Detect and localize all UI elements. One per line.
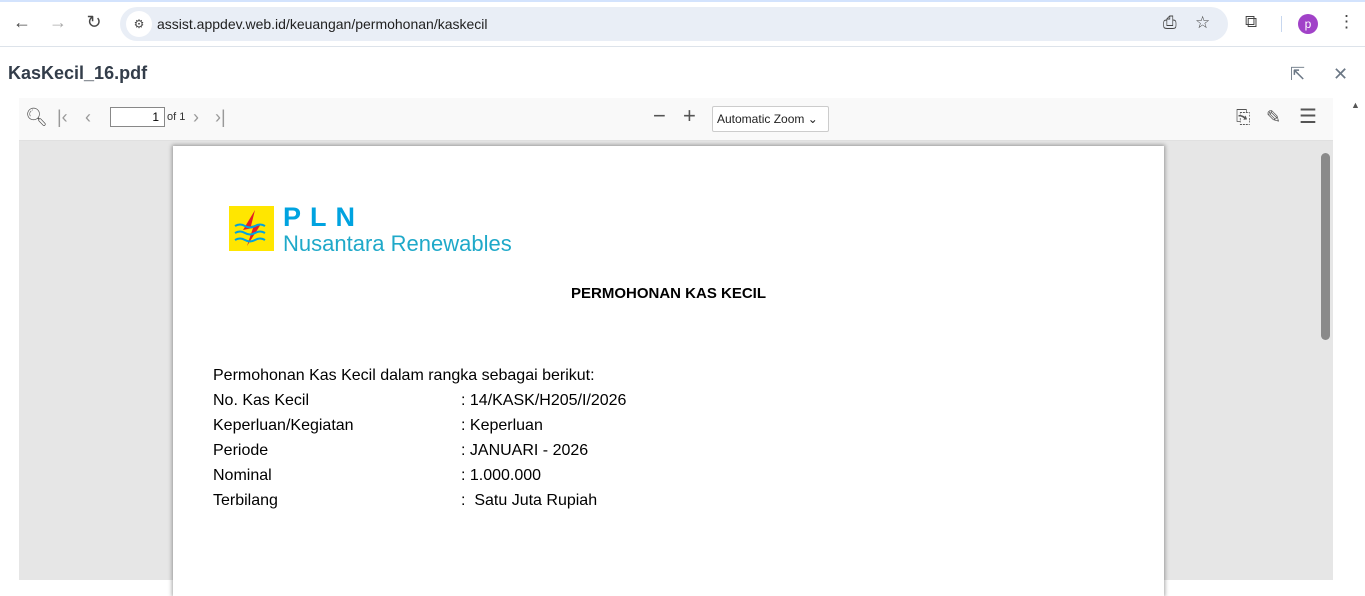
pdf-viewer: 🔍︎ |‹ ‹ 1 of 1 › ›| − + Automatic Zoom ⌄… — [19, 98, 1333, 596]
field-label: Terbilang — [213, 492, 278, 509]
divider — [1281, 16, 1282, 32]
page-scrollbar[interactable]: ▲ — [1347, 98, 1365, 580]
bookmark-star-icon[interactable]: ☆ — [1195, 13, 1210, 33]
field-value: : JANUARI - 2026 — [461, 442, 589, 459]
reload-icon[interactable]: ↻ — [82, 12, 106, 33]
back-icon[interactable]: ← — [10, 12, 34, 33]
next-page-icon[interactable]: › — [193, 107, 199, 128]
field-label: No. Kas Kecil — [213, 392, 310, 409]
field-value: : Satu Juta Rupiah — [461, 492, 598, 509]
field-row: Periode : JANUARI - 2026 — [213, 442, 913, 464]
zoom-value: Automatic Zoom — [717, 112, 805, 126]
field-label: Periode — [213, 442, 269, 459]
download-icon[interactable]: ⎘ — [1236, 107, 1250, 128]
draw-icon[interactable]: ✎ — [1266, 107, 1281, 128]
first-page-icon[interactable]: |‹ — [57, 107, 68, 128]
zoom-select[interactable]: Automatic Zoom ⌄ — [712, 106, 829, 132]
more-menu-icon[interactable]: ⋮ — [1338, 12, 1355, 32]
pdf-page: PLN Nusantara Renewables PERMOHONAN KAS … — [173, 146, 1164, 596]
url-text[interactable]: assist.appdev.web.id/keuangan/permohonan… — [157, 16, 488, 32]
field-row: Keperluan/Kegiatan : Keperluan — [213, 417, 913, 439]
profile-avatar[interactable]: p — [1298, 14, 1318, 34]
previous-page-icon[interactable]: ‹ — [85, 107, 91, 128]
page-count: of 1 — [167, 111, 186, 123]
pdf-toolbar: 🔍︎ |‹ ‹ 1 of 1 › ›| − + Automatic Zoom ⌄… — [19, 98, 1333, 141]
field-label: Nominal — [213, 467, 272, 484]
logo-title: PLN — [283, 202, 364, 232]
field-row: Terbilang : Satu Juta Rupiah — [213, 492, 913, 514]
browser-toolbar: ← → ↻ ⚙ assist.appdev.web.id/keuangan/pe… — [0, 0, 1365, 47]
field-row: No. Kas Kecil : 14/KASK/H205/I/2026 — [213, 392, 913, 414]
page-number-input[interactable]: 1 — [110, 107, 165, 127]
last-page-icon[interactable]: ›| — [215, 107, 226, 128]
close-icon[interactable]: ✕ — [1333, 64, 1348, 85]
field-row: Nominal : 1.000.000 — [213, 467, 913, 489]
scroll-thumb[interactable] — [1321, 153, 1330, 340]
viewer-scrollbar[interactable] — [1319, 146, 1333, 580]
zoom-in-icon[interactable]: + — [683, 103, 696, 129]
document-title: PERMOHONAN KAS KECIL — [570, 285, 766, 302]
install-app-icon[interactable]: ⎙ — [1163, 13, 1177, 33]
field-value: : Keperluan — [461, 417, 543, 434]
search-icon[interactable]: 🔍︎ — [25, 107, 48, 128]
zoom-out-icon[interactable]: − — [653, 103, 666, 129]
site-info-icon[interactable]: ⚙ — [126, 11, 152, 37]
pln-logo-icon — [229, 206, 274, 251]
field-value: : 14/KASK/H205/I/2026 — [461, 392, 627, 409]
menu-icon[interactable]: ☰ — [1299, 104, 1317, 129]
tab-strip-edge — [0, 0, 1365, 2]
intro-text: Permohonan Kas Kecil dalam rangka sebaga… — [213, 367, 595, 384]
field-value: : 1.000.000 — [461, 467, 542, 484]
address-bar[interactable]: ⚙ assist.appdev.web.id/keuangan/permohon… — [120, 7, 1228, 41]
modal-title: KasKecil_16.pdf — [8, 63, 148, 83]
field-label: Keperluan/Kegiatan — [213, 417, 354, 434]
extensions-icon[interactable]: ⧉ — [1245, 12, 1257, 32]
scroll-up-icon[interactable]: ▲ — [1351, 100, 1360, 110]
forward-icon[interactable]: → — [46, 12, 70, 33]
minimize-icon[interactable]: ⇱ — [1290, 64, 1305, 85]
logo-subtitle: Nusantara Renewables — [283, 231, 512, 256]
